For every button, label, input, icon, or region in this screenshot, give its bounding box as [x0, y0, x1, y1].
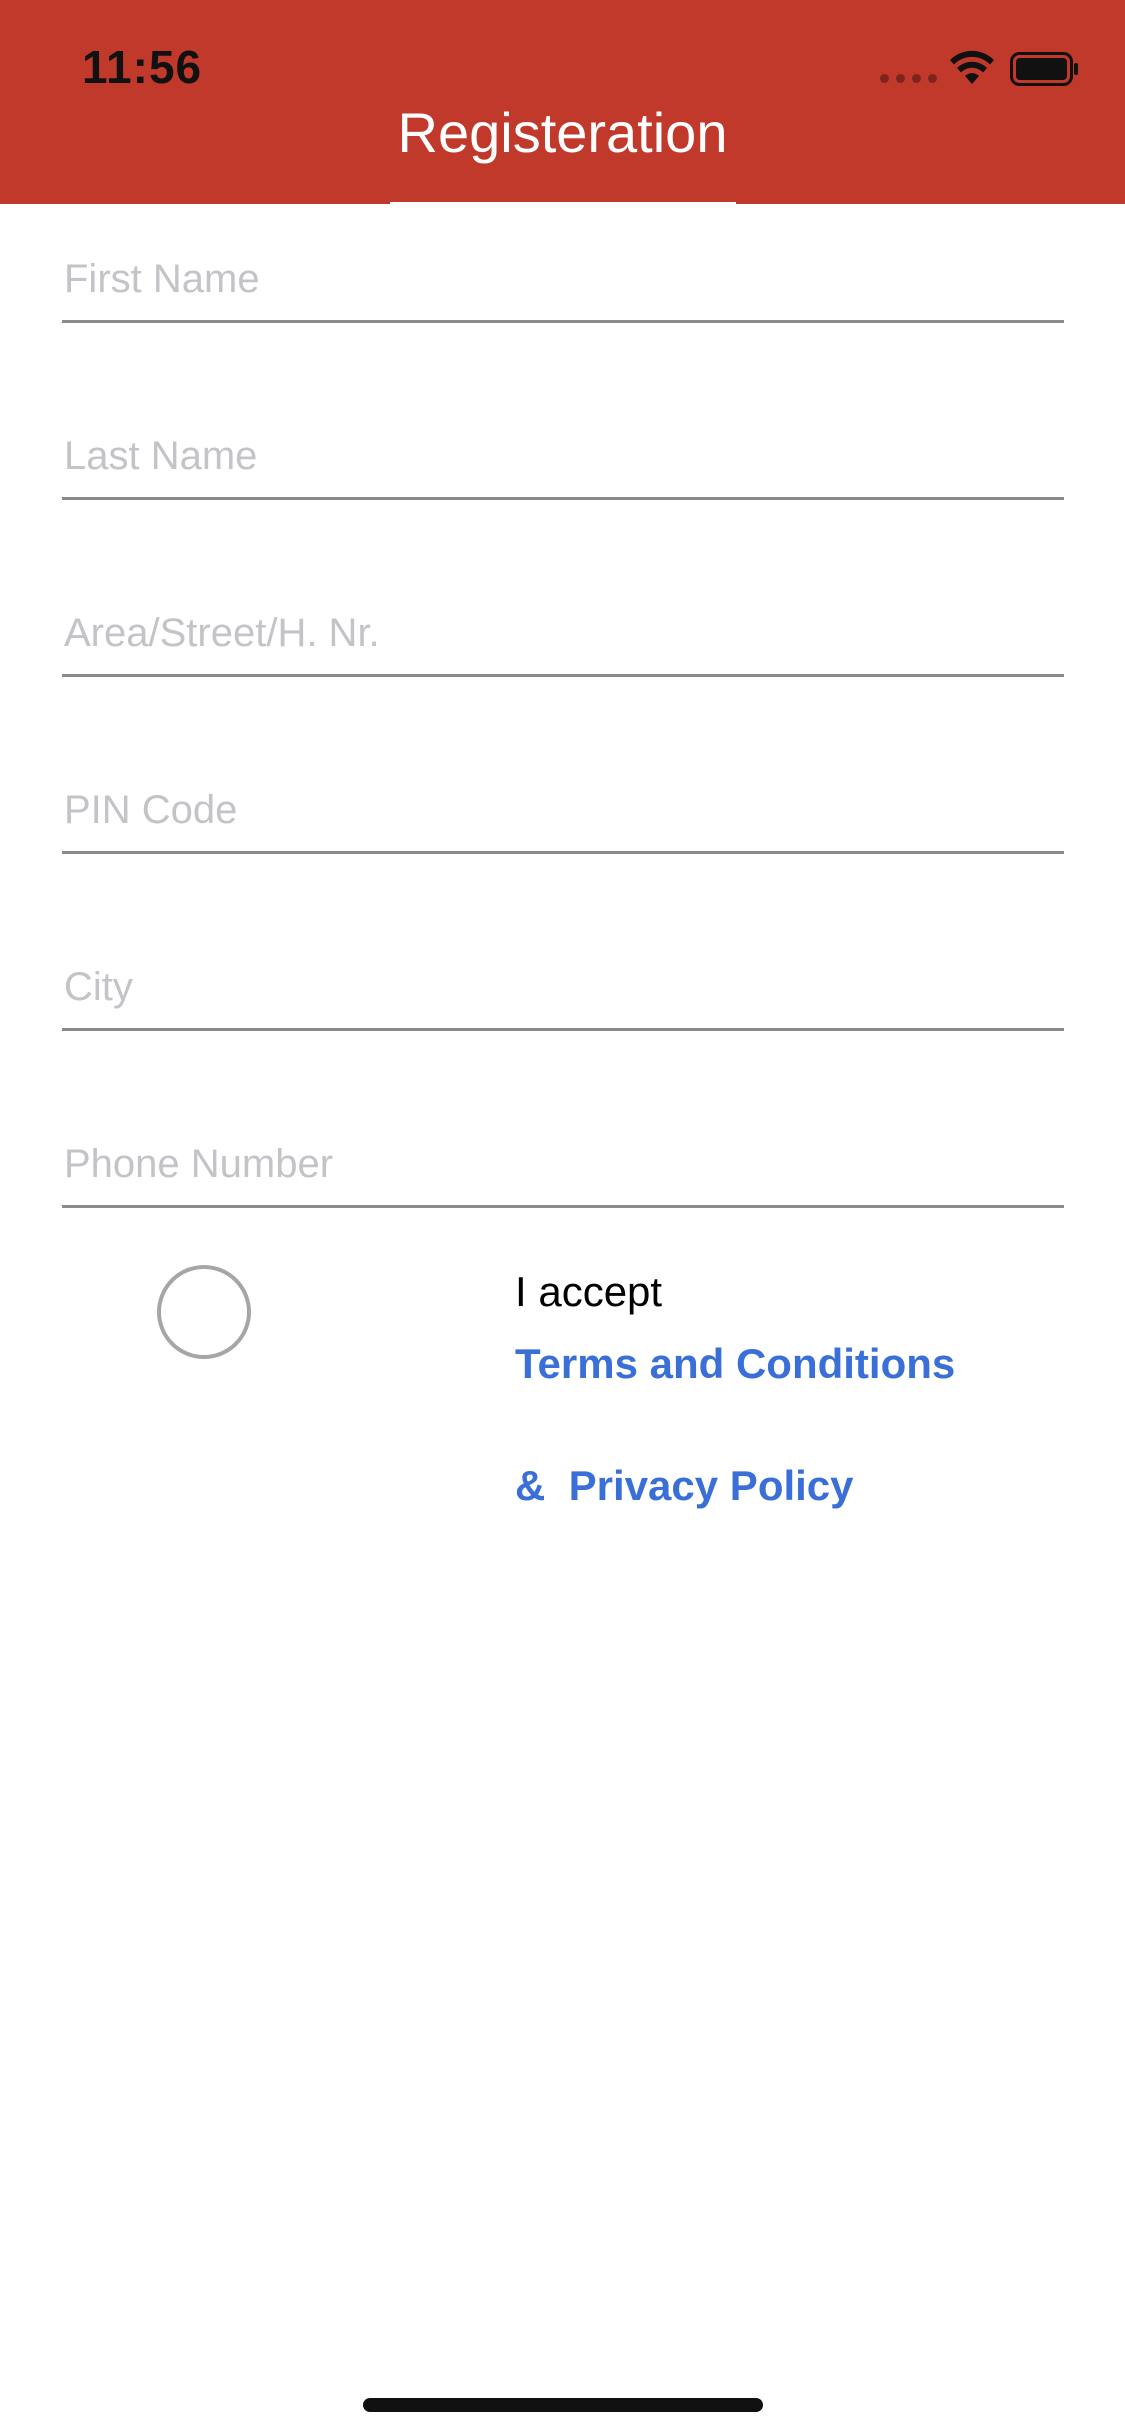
city-field[interactable] — [62, 950, 1064, 1031]
address-field[interactable] — [62, 596, 1064, 677]
address-input[interactable] — [62, 596, 1062, 670]
first-name-input[interactable] — [62, 242, 1062, 316]
field-underline — [62, 497, 1064, 500]
first-name-field[interactable] — [62, 242, 1064, 323]
phone-number-field[interactable] — [62, 1127, 1064, 1208]
field-underline — [62, 674, 1064, 677]
terms-and-conditions-link[interactable]: Terms and Conditions — [515, 1340, 955, 1388]
wifi-icon — [950, 50, 994, 84]
accept-terms-radio[interactable] — [157, 1265, 251, 1359]
privacy-policy-link[interactable]: & Privacy Policy — [515, 1462, 854, 1510]
accept-label: I accept — [515, 1268, 663, 1315]
page-title: Registeration — [397, 101, 728, 164]
battery-icon — [1010, 52, 1078, 86]
city-input[interactable] — [62, 950, 1062, 1024]
pin-code-field[interactable] — [62, 773, 1064, 854]
field-underline — [62, 851, 1064, 854]
home-indicator[interactable] — [363, 2398, 763, 2412]
pin-code-input[interactable] — [62, 773, 1062, 847]
last-name-field[interactable] — [62, 419, 1064, 500]
phone-number-input[interactable] — [62, 1127, 1062, 1201]
navigation-header: 11:56 Registeration — [0, 0, 1125, 205]
field-underline — [62, 320, 1064, 323]
field-underline — [62, 1205, 1064, 1208]
title-underline — [390, 202, 736, 205]
status-time: 11:56 — [82, 41, 203, 93]
registration-screen: 11:56 Registeration First Name Last Name… — [0, 0, 1125, 2436]
field-underline — [62, 1028, 1064, 1031]
cellular-signal-icon — [880, 74, 937, 83]
last-name-input[interactable] — [62, 419, 1062, 493]
